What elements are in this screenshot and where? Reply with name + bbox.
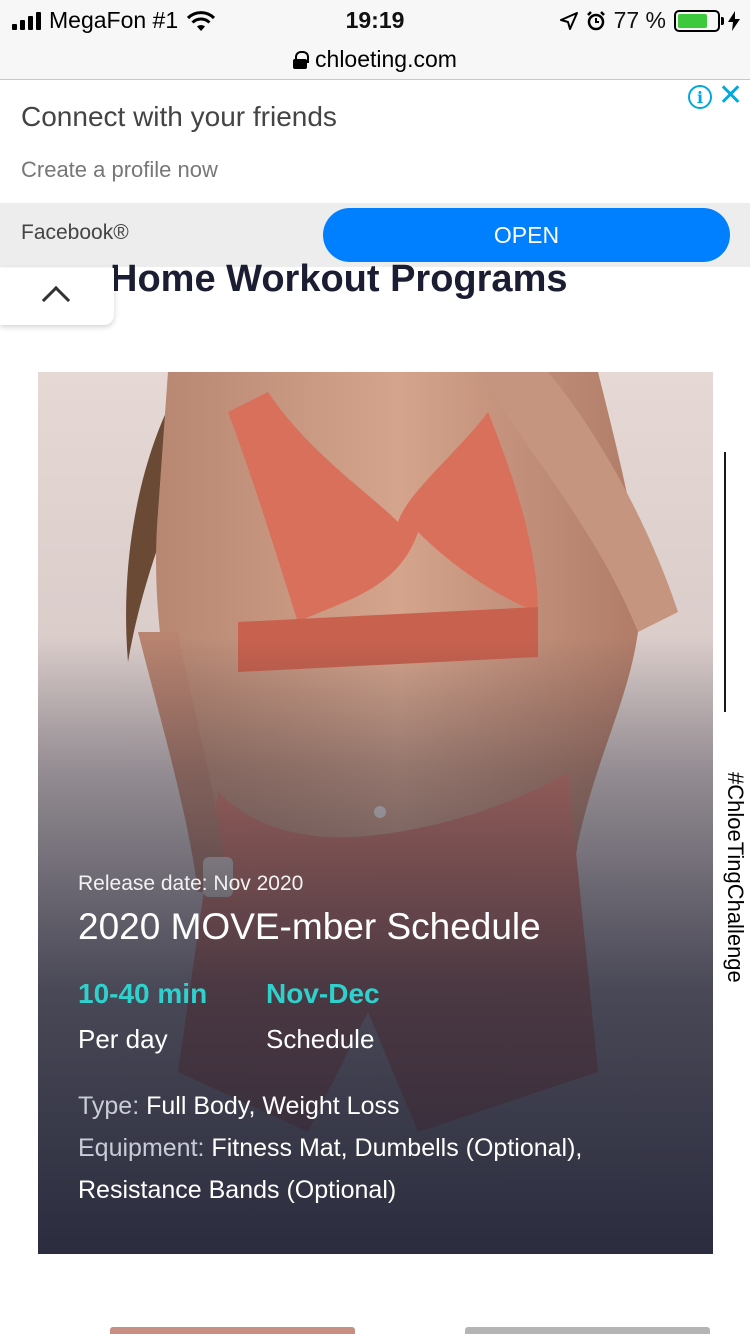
program-title[interactable]: 2020 MOVE-mber Schedule <box>78 906 688 948</box>
charging-bolt-icon <box>728 10 740 31</box>
program-meta: Type: Full Body, Weight Loss Equipment: … <box>78 1085 688 1211</box>
preview-image <box>110 1327 355 1334</box>
hashtag-link[interactable]: #ChloeTingChallenge <box>722 772 748 983</box>
info-icon[interactable]: i <box>688 85 712 109</box>
sidebar-line <box>724 452 726 712</box>
ad-banner[interactable]: Connect with your friends Create a profi… <box>0 81 750 267</box>
stat-duration: 10-40 min Per day <box>78 978 266 1055</box>
scroll-to-top-button[interactable] <box>0 268 114 325</box>
program-card[interactable]: Release date: Nov 2020 2020 MOVE-mber Sc… <box>38 372 713 1254</box>
type-value: Full Body, Weight Loss <box>146 1092 400 1120</box>
program-stats: 10-40 min Per day Nov-Dec Schedule <box>78 978 688 1055</box>
ad-controls: i ✕ <box>688 81 743 111</box>
open-button[interactable]: OPEN <box>323 208 730 262</box>
type-row: Type: Full Body, Weight Loss <box>78 1085 688 1127</box>
stat-schedule: Nov-Dec Schedule <box>266 978 454 1055</box>
type-label: Type: <box>78 1092 140 1120</box>
stat-value: Nov-Dec <box>266 978 380 1009</box>
location-arrow-icon <box>559 11 578 30</box>
chevron-up-icon <box>41 285 71 315</box>
status-right: 77 % <box>559 7 740 34</box>
status-bar: MegaFon #1 19:19 77 % <box>0 0 750 40</box>
url-bar[interactable]: chloeting.com <box>0 40 750 80</box>
ad-title: Connect with your friends <box>21 101 337 132</box>
release-date: Release date: Nov 2020 <box>78 872 304 895</box>
preview-image <box>465 1327 710 1334</box>
battery-fill <box>678 13 708 28</box>
equipment-label: Equipment: <box>78 1134 205 1162</box>
next-program-card-preview <box>110 1327 710 1334</box>
battery-icon <box>674 9 724 32</box>
ad-subtitle: Create a profile now <box>21 157 218 182</box>
lock-icon <box>293 50 310 69</box>
ad-source: Facebook® <box>21 221 129 244</box>
equipment-row: Equipment: Fitness Mat, Dumbells (Option… <box>78 1127 688 1211</box>
close-icon[interactable]: ✕ <box>718 81 743 111</box>
stat-label: Per day <box>78 1024 168 1054</box>
stat-value: 10-40 min <box>78 978 208 1009</box>
page-title: Home Workout Programs <box>110 258 568 300</box>
alarm-icon <box>586 10 605 30</box>
card-content: Release date: Nov 2020 2020 MOVE-mber Sc… <box>78 872 688 1211</box>
battery-percent: 77 % <box>613 7 666 33</box>
stat-label: Schedule <box>266 1024 375 1054</box>
url-text: chloeting.com <box>315 46 457 72</box>
